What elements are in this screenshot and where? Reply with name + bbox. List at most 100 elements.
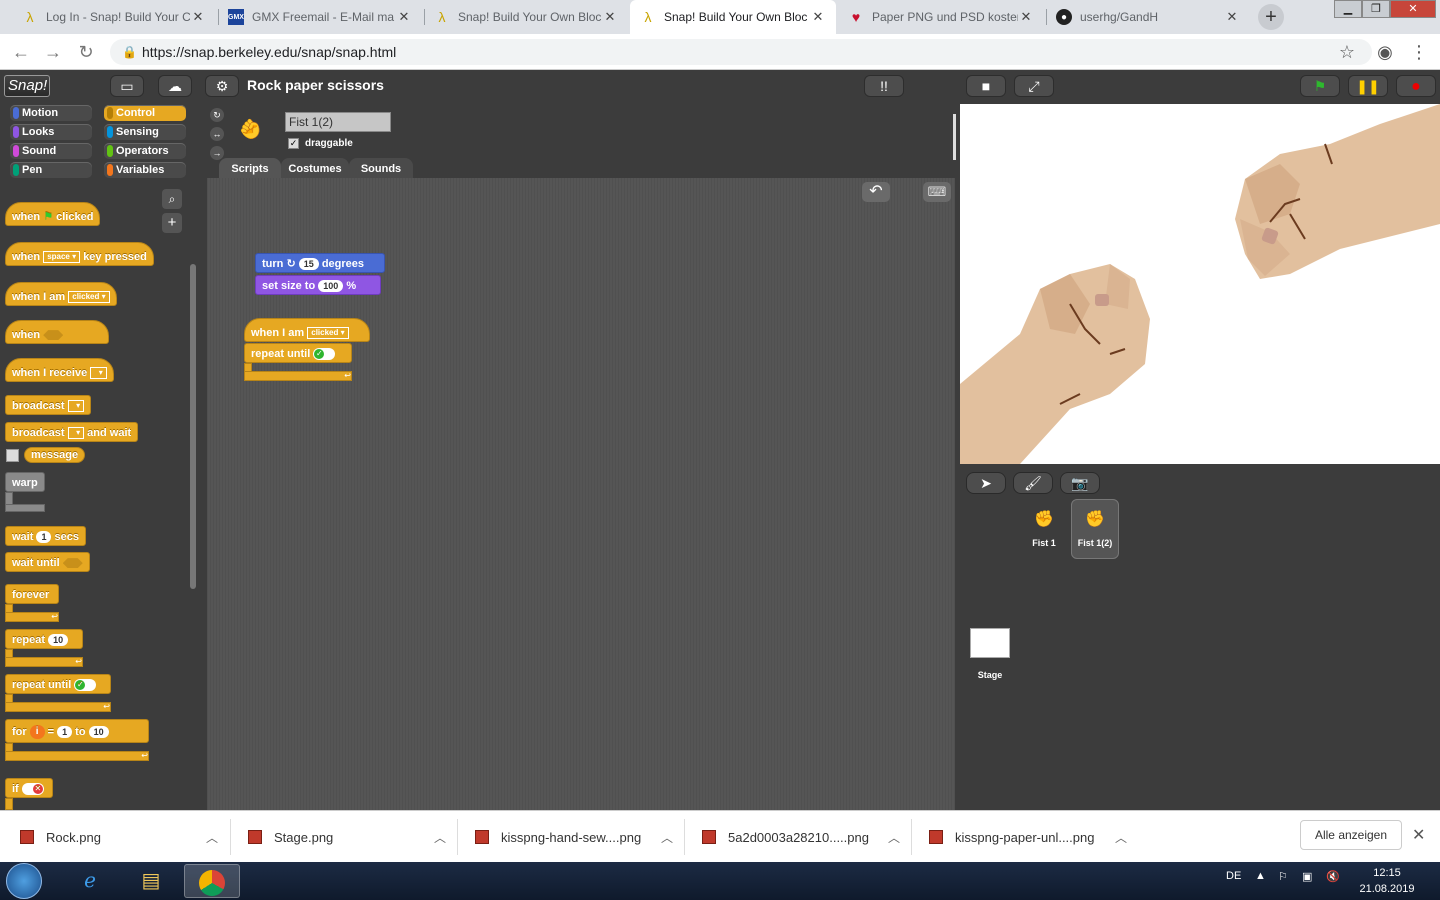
- tab-costumes[interactable]: Costumes: [281, 158, 349, 178]
- message-reporter[interactable]: message: [24, 447, 86, 463]
- pane-divider[interactable]: [953, 114, 956, 160]
- language-indicator[interactable]: DE: [1226, 870, 1241, 882]
- message-dropdown[interactable]: ▾: [90, 367, 107, 380]
- chevron-up-icon[interactable]: ︿: [661, 829, 675, 846]
- presentation-mode-button[interactable]: ⤢: [1014, 75, 1054, 97]
- minimize-button[interactable]: ▁: [1334, 0, 1362, 18]
- category-sensing[interactable]: Sensing: [104, 124, 186, 140]
- draggable-option[interactable]: ✓ draggable: [288, 138, 353, 149]
- number-slot[interactable]: 1: [36, 531, 52, 544]
- close-icon[interactable]: ✕: [602, 9, 618, 25]
- boolean-toggle-icon[interactable]: ✓: [74, 679, 97, 692]
- tab-scripts[interactable]: Scripts: [219, 158, 281, 178]
- chrome-icon[interactable]: [184, 864, 240, 898]
- close-icon[interactable]: ✕: [1412, 825, 1425, 845]
- message-dropdown[interactable]: ▾: [67, 400, 85, 413]
- download-item[interactable]: kisspng-hand-sew....png ︿: [455, 823, 675, 851]
- show-all-downloads-button[interactable]: Alle anzeigen: [1300, 820, 1402, 850]
- make-block-plus-icon[interactable]: +: [162, 213, 182, 233]
- boolean-toggle-icon[interactable]: ✕: [21, 783, 44, 796]
- category-control[interactable]: Control: [104, 105, 186, 121]
- variable-i-reporter[interactable]: i: [29, 725, 45, 740]
- bookmark-star-icon[interactable]: ☆: [1336, 41, 1358, 63]
- volume-muted-icon[interactable]: 🔇: [1326, 870, 1340, 883]
- wait-until-block[interactable]: wait until: [5, 552, 90, 572]
- green-flag-button[interactable]: ⚑: [1300, 75, 1340, 97]
- sprite-item-fist-1-2[interactable]: ✊ Fist 1(2): [1071, 499, 1119, 559]
- chevron-up-icon[interactable]: ︿: [434, 829, 448, 846]
- download-item[interactable]: 5a2d0003a28210.....png ︿: [682, 823, 902, 851]
- file-explorer-icon[interactable]: ▤: [123, 864, 179, 898]
- close-icon[interactable]: ✕: [190, 9, 206, 25]
- keyboard-entry-icon[interactable]: ⌨: [923, 182, 951, 202]
- add-turtle-sprite-button[interactable]: ➤: [966, 472, 1006, 494]
- browser-tab-3[interactable]: λ Snap! Build Your Own Bloc ✕: [424, 0, 628, 34]
- internet-explorer-icon[interactable]: ℯ: [62, 864, 118, 898]
- paint-new-sprite-button[interactable]: 🖌: [1013, 472, 1053, 494]
- network-icon[interactable]: ▣: [1302, 870, 1312, 883]
- profile-icon[interactable]: ◉: [1374, 41, 1396, 63]
- repeat-until-script-block[interactable]: repeat until ✓: [244, 343, 352, 363]
- if-block[interactable]: if ✕: [5, 778, 53, 798]
- message-checkbox[interactable]: [6, 449, 19, 462]
- number-slot[interactable]: 100: [318, 280, 344, 293]
- scripts-area[interactable]: ↶ ⌨ turn ↻ 15 degrees set size to 100 % …: [207, 178, 955, 810]
- tab-sounds[interactable]: Sounds: [349, 158, 413, 178]
- set-size-block[interactable]: set size to 100 %: [255, 275, 381, 295]
- message-dropdown[interactable]: ▾: [67, 427, 85, 440]
- chevron-up-icon[interactable]: ︿: [206, 829, 220, 846]
- number-slot[interactable]: 10: [88, 726, 109, 739]
- maximize-button[interactable]: ❐: [1362, 0, 1390, 18]
- key-dropdown[interactable]: space ▾: [43, 251, 81, 264]
- repeat-until-block[interactable]: repeat until ✓: [5, 674, 111, 694]
- system-clock[interactable]: 12:15 21.08.2019: [1356, 865, 1418, 897]
- download-item[interactable]: kisspng-paper-unl....png ︿: [909, 823, 1129, 851]
- browser-tab-5[interactable]: ♥ Paper PNG und PSD koster ✕: [838, 0, 1044, 34]
- number-slot[interactable]: 10: [48, 634, 69, 647]
- interaction-dropdown[interactable]: clicked ▾: [68, 291, 110, 304]
- menu-dots-icon[interactable]: ⋮: [1408, 41, 1430, 63]
- category-operators[interactable]: Operators: [104, 143, 186, 159]
- category-sound[interactable]: Sound: [10, 143, 92, 159]
- chevron-up-icon[interactable]: ︿: [888, 829, 902, 846]
- forward-arrow-icon[interactable]: →: [42, 41, 64, 63]
- category-motion[interactable]: Motion: [10, 105, 92, 121]
- stage-thumbnail[interactable]: [970, 628, 1010, 658]
- stage-label[interactable]: Stage: [970, 670, 1010, 680]
- windows-start-icon[interactable]: [6, 863, 42, 899]
- boolean-slot[interactable]: [43, 330, 64, 341]
- when-key-pressed-block[interactable]: when space ▾ key pressed: [5, 242, 154, 266]
- reload-icon[interactable]: ↻: [75, 41, 97, 63]
- cloud-menu-button[interactable]: ☁: [158, 75, 192, 97]
- draggable-checkbox[interactable]: ✓: [288, 138, 299, 149]
- search-icon[interactable]: ⌕: [162, 189, 182, 209]
- chevron-up-icon[interactable]: ︿: [1115, 829, 1129, 846]
- close-icon[interactable]: ✕: [810, 9, 826, 25]
- close-icon[interactable]: ✕: [1018, 9, 1034, 25]
- broadcast-and-wait-block[interactable]: broadcast ▾ and wait: [5, 422, 139, 442]
- download-item[interactable]: Stage.png ︿: [228, 823, 448, 851]
- boolean-slot[interactable]: [62, 558, 83, 569]
- rotation-flip-icon[interactable]: ↔: [210, 127, 224, 141]
- boolean-toggle-icon[interactable]: ✓: [313, 348, 336, 361]
- window-close-button[interactable]: ✕: [1390, 0, 1436, 18]
- close-icon[interactable]: ✕: [396, 9, 412, 25]
- browser-tab-2[interactable]: GMX GMX Freemail - E-Mail ma ✕: [218, 0, 422, 34]
- flag-icon[interactable]: ⚐: [1278, 870, 1288, 883]
- stop-button[interactable]: ●: [1396, 75, 1436, 97]
- sprite-name-field[interactable]: Fist 1(2): [285, 112, 391, 132]
- rotation-any-icon[interactable]: ↻: [210, 108, 224, 122]
- file-menu-button[interactable]: ▭: [110, 75, 144, 97]
- browser-tab-6[interactable]: ● userhg/GandH ✕: [1046, 0, 1250, 34]
- palette-scrollbar[interactable]: [190, 264, 196, 589]
- wait-secs-block[interactable]: wait 1 secs: [5, 526, 87, 546]
- download-item[interactable]: Rock.png ︿: [0, 823, 220, 851]
- when-condition-block[interactable]: when: [5, 320, 109, 344]
- category-variables[interactable]: Variables: [104, 162, 186, 178]
- for-loop-block[interactable]: for i = 1 to 10: [5, 719, 149, 743]
- undo-icon[interactable]: ↶: [862, 182, 890, 202]
- back-arrow-icon[interactable]: ←: [10, 41, 32, 63]
- settings-menu-button[interactable]: ⚙: [205, 75, 239, 97]
- sprite-item-fist-1[interactable]: ✊ Fist 1: [1020, 500, 1068, 560]
- number-slot[interactable]: 1: [57, 726, 73, 739]
